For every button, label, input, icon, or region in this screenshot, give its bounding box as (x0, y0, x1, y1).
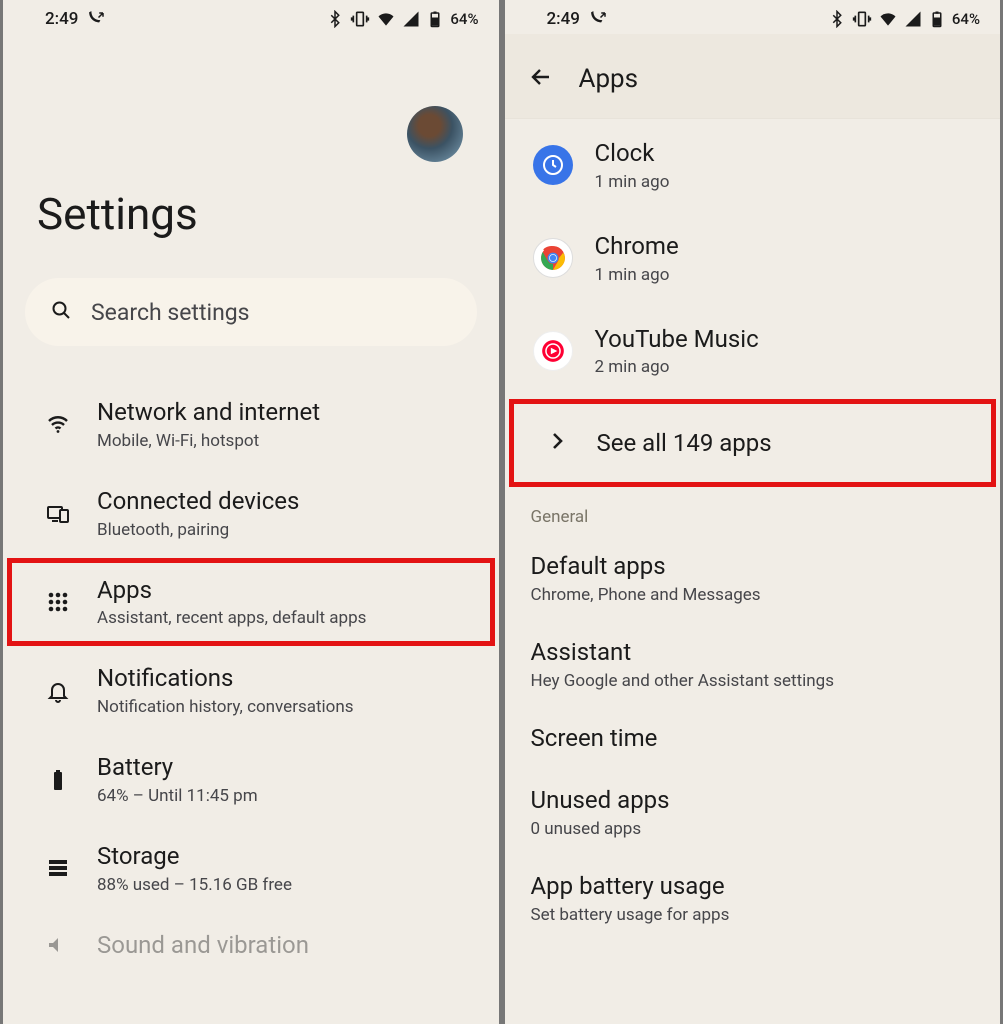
app-sub: 2 min ago (595, 357, 759, 377)
settings-item-title: Battery (97, 753, 258, 782)
youtube-music-app-icon (533, 331, 573, 371)
wifi-icon (878, 9, 898, 29)
wifi-icon (376, 9, 396, 29)
profile-avatar[interactable] (407, 106, 463, 162)
pref-app-battery-usage[interactable]: App battery usage Set battery usage for … (505, 855, 1001, 941)
clock-app-icon (533, 145, 573, 185)
wifi-icon (43, 412, 73, 436)
battery-icon (928, 10, 946, 28)
see-all-label: See all 149 apps (597, 429, 772, 457)
recent-app-ytmusic[interactable]: YouTube Music 2 min ago (505, 305, 1001, 398)
settings-item-subtitle: 88% used – 15.16 GB free (97, 875, 292, 895)
app-name: Clock (595, 139, 670, 168)
volume-icon (43, 933, 73, 957)
apps-grid-icon (43, 590, 73, 614)
settings-item-storage[interactable]: Storage 88% used – 15.16 GB free (3, 824, 499, 913)
app-sub: 1 min ago (595, 265, 679, 285)
chevron-right-icon (545, 429, 569, 457)
settings-item-title: Apps (97, 576, 366, 605)
recent-app-clock[interactable]: Clock 1 min ago (505, 119, 1001, 212)
pref-subtitle: Hey Google and other Assistant settings (531, 671, 979, 691)
pref-unused-apps[interactable]: Unused apps 0 unused apps (505, 769, 1001, 855)
chrome-app-icon (533, 238, 573, 278)
vibrate-icon (852, 9, 872, 29)
battery-percent: 64% (450, 10, 478, 28)
status-bar: 2:49 64% (505, 0, 1001, 34)
app-name: YouTube Music (595, 325, 759, 354)
pref-default-apps[interactable]: Default apps Chrome, Phone and Messages (505, 535, 1001, 621)
signal-icon (904, 10, 922, 28)
signal-icon (402, 10, 420, 28)
status-time: 2:49 (45, 9, 78, 29)
bluetooth-icon (326, 10, 344, 28)
settings-item-connected[interactable]: Connected devices Bluetooth, pairing (3, 469, 499, 558)
vibrate-icon (350, 9, 370, 29)
search-settings[interactable]: Search settings (25, 278, 477, 346)
search-icon (49, 298, 73, 326)
settings-item-sound[interactable]: Sound and vibration (3, 913, 499, 978)
battery-icon (43, 768, 73, 792)
storage-icon (43, 856, 73, 880)
status-bar: 2:49 64% (3, 0, 499, 34)
recent-app-chrome[interactable]: Chrome 1 min ago (505, 212, 1001, 305)
pref-subtitle: 0 unused apps (531, 819, 979, 839)
pref-title: Screen time (531, 723, 979, 753)
settings-item-subtitle: Notification history, conversations (97, 697, 354, 717)
settings-item-apps[interactable]: Apps Assistant, recent apps, default app… (7, 558, 495, 647)
settings-item-title: Connected devices (97, 487, 299, 516)
settings-item-network[interactable]: Network and internet Mobile, Wi-Fi, hots… (3, 380, 499, 469)
pref-title: Default apps (531, 551, 979, 581)
app-sub: 1 min ago (595, 172, 670, 192)
apps-screen: 2:49 64% Apps Clock 1 min ago (502, 0, 1003, 1024)
search-placeholder: Search settings (91, 299, 250, 326)
devices-icon (43, 501, 73, 525)
settings-item-subtitle: Bluetooth, pairing (97, 520, 299, 540)
app-name: Chrome (595, 232, 679, 261)
bell-icon (43, 679, 73, 703)
settings-item-subtitle: 64% – Until 11:45 pm (97, 786, 258, 806)
settings-item-title: Notifications (97, 664, 354, 693)
settings-item-battery[interactable]: Battery 64% – Until 11:45 pm (3, 735, 499, 824)
battery-icon (426, 10, 444, 28)
pref-screen-time[interactable]: Screen time (505, 707, 1001, 769)
settings-item-title: Sound and vibration (97, 931, 309, 960)
pref-subtitle: Set battery usage for apps (531, 905, 979, 925)
bluetooth-icon (828, 10, 846, 28)
pref-title: Unused apps (531, 785, 979, 815)
page-title: Settings (3, 162, 499, 268)
see-all-apps[interactable]: See all 149 apps (511, 401, 995, 485)
page-title: Apps (579, 64, 639, 94)
settings-screen: 2:49 64% Settings Search settings (0, 0, 502, 1024)
call-ongoing-icon (590, 10, 608, 28)
pref-subtitle: Chrome, Phone and Messages (531, 585, 979, 605)
settings-item-notifications[interactable]: Notifications Notification history, conv… (3, 646, 499, 735)
settings-item-title: Network and internet (97, 398, 320, 427)
pref-assistant[interactable]: Assistant Hey Google and other Assistant… (505, 621, 1001, 707)
call-ongoing-icon (88, 10, 106, 28)
pref-title: App battery usage (531, 871, 979, 901)
apps-header: Apps (505, 34, 1001, 119)
settings-item-title: Storage (97, 842, 292, 871)
status-time: 2:49 (547, 9, 580, 29)
pref-title: Assistant (531, 637, 979, 667)
settings-item-subtitle: Assistant, recent apps, default apps (97, 608, 366, 628)
section-general: General (505, 485, 1001, 535)
battery-percent: 64% (952, 10, 980, 28)
settings-item-subtitle: Mobile, Wi-Fi, hotspot (97, 431, 320, 451)
back-button[interactable] (529, 65, 553, 93)
